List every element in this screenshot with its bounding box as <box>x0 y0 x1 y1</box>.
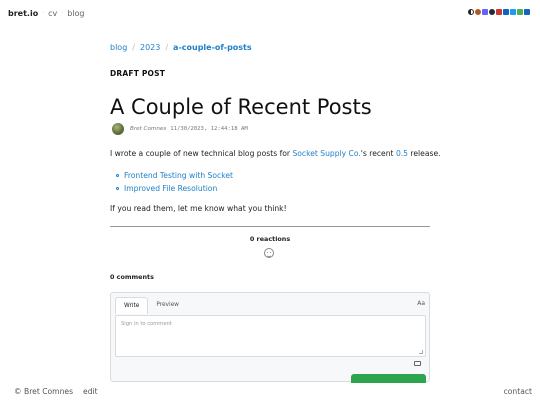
comment-input[interactable]: Sign in to comment <box>115 315 426 357</box>
breadcrumb-separator: / <box>165 43 169 52</box>
editor-tabs: Write Preview <box>111 293 429 314</box>
footer-left: © Bret Comnes edit <box>14 387 98 396</box>
text-format-icon[interactable]: Aa <box>417 300 425 307</box>
breadcrumb-current[interactable]: a-couple-of-posts <box>173 43 252 52</box>
page-title: A Couple of Recent Posts <box>110 95 372 119</box>
header-icons <box>468 9 530 15</box>
intro-text: I wrote a couple of new technical blog p… <box>110 149 293 158</box>
bullet-icon <box>116 174 119 177</box>
breadcrumb-year[interactable]: 2023 <box>140 43 160 52</box>
globe-icon[interactable] <box>475 9 481 15</box>
site-brand-link[interactable]: bret.io <box>8 9 38 18</box>
edit-link[interactable]: edit <box>83 387 98 396</box>
comments-count: 0 comments <box>110 273 154 281</box>
frontend-testing-link[interactable]: Frontend Testing with Socket <box>124 171 233 180</box>
mastodon-icon[interactable] <box>482 9 488 15</box>
bullet-icon <box>116 187 119 190</box>
list-item: Improved File Resolution <box>116 182 233 195</box>
copyright-text: © Bret Comnes <box>14 387 74 396</box>
comment-placeholder: Sign in to comment <box>121 321 172 327</box>
tab-preview[interactable]: Preview <box>148 297 187 313</box>
draft-label: DRAFT POST <box>110 69 166 78</box>
post-meta: Bret Comnes 11/30/2023, 12:44:18 AM <box>110 123 248 135</box>
email-icon[interactable] <box>517 9 523 15</box>
intro-text: 's recent <box>360 149 396 158</box>
author-name: Bret Comnes <box>130 126 167 132</box>
bluesky-icon[interactable] <box>510 9 516 15</box>
breadcrumb-separator: / <box>132 43 135 52</box>
rss-icon[interactable] <box>524 9 530 15</box>
resize-grip-icon[interactable] <box>419 350 423 354</box>
nav-link-blog[interactable]: blog <box>67 9 84 18</box>
tab-write[interactable]: Write <box>115 296 149 314</box>
top-nav: bret.io · cv · blog <box>8 9 84 18</box>
theme-toggle-icon[interactable] <box>468 9 474 15</box>
footer-right: contact <box>504 387 532 396</box>
npm-icon[interactable] <box>496 9 502 15</box>
socket-supply-link[interactable]: Socket Supply Co. <box>292 149 360 158</box>
sign-in-button[interactable] <box>351 374 426 383</box>
breadcrumb: blog / 2023 / a-couple-of-posts <box>110 43 252 52</box>
contact-link[interactable]: contact <box>504 387 532 396</box>
markdown-icon <box>414 361 421 366</box>
post-links-list: Frontend Testing with Socket Improved Fi… <box>116 169 233 195</box>
file-resolution-link[interactable]: Improved File Resolution <box>124 184 217 193</box>
outro-paragraph: If you read them, let me know what you t… <box>110 204 287 213</box>
breadcrumb-blog[interactable]: blog <box>110 43 127 52</box>
release-link[interactable]: 0.5 <box>396 149 408 158</box>
intro-paragraph: I wrote a couple of new technical blog p… <box>110 149 441 158</box>
nav-separator: · <box>61 10 64 17</box>
linkedin-icon[interactable] <box>503 9 509 15</box>
add-reaction-icon[interactable] <box>264 248 274 258</box>
avatar <box>112 123 124 135</box>
reactions-count: 0 reactions <box>249 235 291 243</box>
comment-editor: Write Preview Aa Sign in to comment <box>110 292 430 382</box>
nav-link-cv[interactable]: cv <box>48 9 57 18</box>
divider <box>110 226 430 228</box>
nav-separator: · <box>42 10 45 17</box>
github-icon[interactable] <box>489 9 495 15</box>
list-item: Frontend Testing with Socket <box>116 169 233 182</box>
post-date: 11/30/2023, 12:44:18 AM <box>170 126 248 132</box>
intro-text: release. <box>408 149 441 158</box>
